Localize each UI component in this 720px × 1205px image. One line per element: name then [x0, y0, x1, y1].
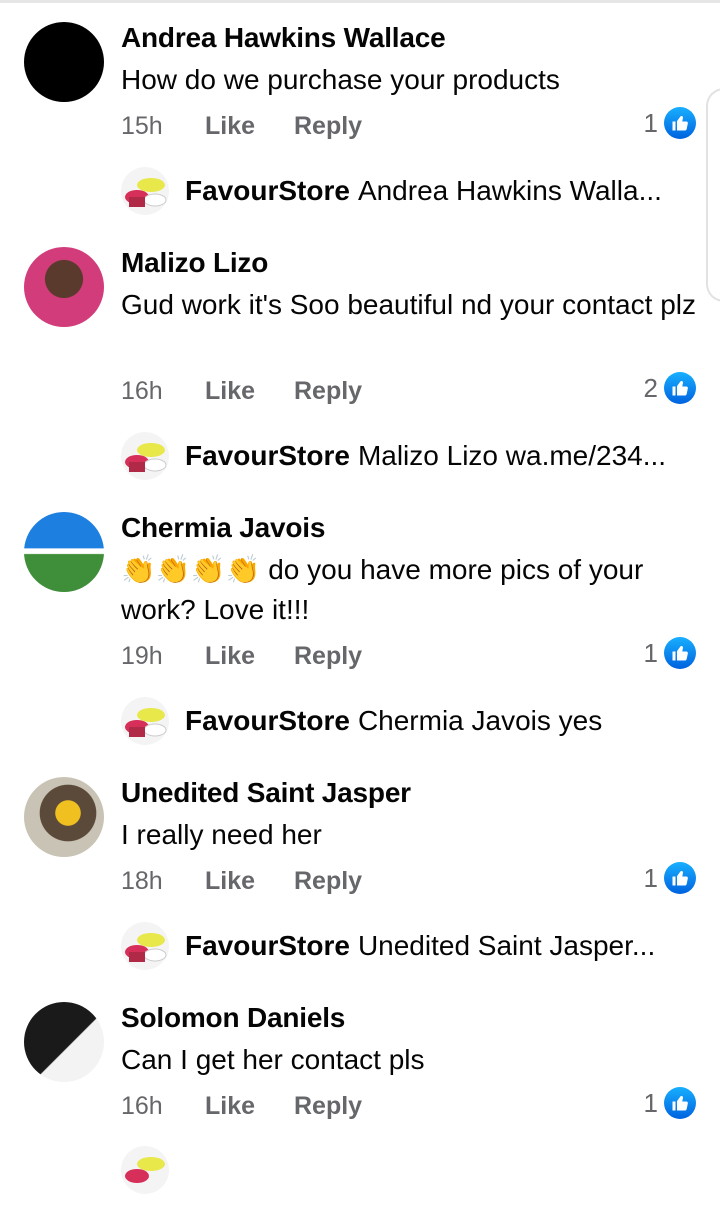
comment-item: Andrea Hawkins Wallace How do we purchas…	[0, 0, 720, 225]
comment-author[interactable]: Malizo Lizo	[121, 247, 268, 279]
comment-meta: 19h Like Reply	[121, 642, 362, 671]
comment-meta: 18h Like Reply	[121, 867, 362, 896]
like-button[interactable]: Like	[205, 642, 294, 671]
favourstore-avatar[interactable]	[121, 167, 169, 215]
reply-item[interactable]: FavourStore Andrea Hawkins Walla...	[121, 166, 662, 216]
like-thumb-icon	[664, 637, 696, 669]
reply-text: Andrea Hawkins Walla...	[357, 175, 662, 206]
like-button[interactable]: Like	[205, 1092, 294, 1121]
reply-button[interactable]: Reply	[294, 1092, 362, 1121]
comment-text: How do we purchase your products	[121, 64, 560, 95]
like-thumb-icon	[664, 107, 696, 139]
reaction-count[interactable]: 1	[644, 106, 696, 140]
like-thumb-icon	[664, 372, 696, 404]
avatar[interactable]	[24, 777, 104, 857]
reply-author[interactable]: FavourStore	[185, 705, 350, 737]
avatar[interactable]	[24, 22, 104, 102]
reaction-count[interactable]: 1	[644, 861, 696, 895]
reply-author[interactable]: FavourStore	[185, 440, 350, 472]
comment-meta: 15h Like Reply	[121, 112, 362, 141]
favourstore-avatar[interactable]	[121, 922, 169, 970]
comment-meta: 16h Like Reply	[121, 1092, 362, 1121]
favourstore-avatar[interactable]	[121, 697, 169, 745]
comment-text: Can I get her contact pls	[121, 1044, 425, 1075]
like-thumb-icon	[664, 1087, 696, 1119]
favourstore-avatar[interactable]	[121, 432, 169, 480]
comment-item: Chermia Javois 👏👏👏👏 do you have more pic…	[0, 490, 720, 745]
comment-time: 19h	[121, 642, 163, 670]
like-thumb-icon	[664, 862, 696, 894]
comment-text: I really need her	[121, 819, 322, 850]
reply-text: Chermia Javois yes	[357, 705, 603, 736]
reaction-count-number: 1	[643, 1087, 658, 1118]
reply-item[interactable]: FavourStore Chermia Javois yes	[121, 696, 602, 746]
avatar[interactable]	[24, 512, 104, 592]
reaction-count[interactable]: 2	[644, 371, 696, 405]
reply-text: Unedited Saint Jasper...	[357, 930, 656, 961]
reaction-count-number: 1	[643, 637, 658, 668]
comment-item: Malizo Lizo Gud work it's Soo beautiful …	[0, 225, 720, 480]
comment-time: 16h	[121, 1092, 163, 1120]
comment-author[interactable]: Unedited Saint Jasper	[121, 777, 411, 809]
like-button[interactable]: Like	[205, 867, 294, 896]
reply-button[interactable]: Reply	[294, 377, 362, 406]
reply-button[interactable]: Reply	[294, 642, 362, 671]
reply-item[interactable]: FavourStore Malizo Lizo wa.me/234...	[121, 431, 666, 481]
comment-item: Solomon Daniels Can I get her contact pl…	[0, 980, 720, 1205]
reply-author[interactable]: FavourStore	[185, 175, 350, 207]
comment-author[interactable]: Chermia Javois	[121, 512, 325, 544]
comment-text: Gud work it's Soo beautiful nd your cont…	[121, 289, 696, 320]
comment-time: 16h	[121, 377, 163, 405]
comment-author[interactable]: Andrea Hawkins Wallace	[121, 22, 446, 54]
reply-text: Malizo Lizo wa.me/234...	[357, 440, 667, 471]
reaction-count[interactable]: 1	[644, 1086, 696, 1120]
like-button[interactable]: Like	[205, 112, 294, 141]
reaction-count-number: 1	[643, 862, 658, 893]
reply-button[interactable]: Reply	[294, 867, 362, 896]
reply-item[interactable]: FavourStore Unedited Saint Jasper...	[121, 921, 655, 971]
avatar[interactable]	[24, 247, 104, 327]
avatar[interactable]	[24, 1002, 104, 1082]
comment-item: Unedited Saint Jasper I really need her …	[0, 755, 720, 980]
reaction-count-number: 1	[643, 107, 658, 138]
comment-time: 15h	[121, 112, 163, 140]
comment-text: 👏👏👏👏 do you have more pics of your work?…	[121, 554, 644, 625]
comment-meta: 16h Like Reply	[121, 377, 362, 406]
like-button[interactable]: Like	[205, 377, 294, 406]
reaction-count-number: 2	[643, 372, 658, 403]
comment-author[interactable]: Solomon Daniels	[121, 1002, 345, 1034]
reply-author[interactable]: FavourStore	[185, 930, 350, 962]
reply-button[interactable]: Reply	[294, 112, 362, 141]
reaction-count[interactable]: 1	[644, 636, 696, 670]
comment-time: 18h	[121, 867, 163, 895]
favourstore-avatar[interactable]	[121, 1146, 169, 1194]
